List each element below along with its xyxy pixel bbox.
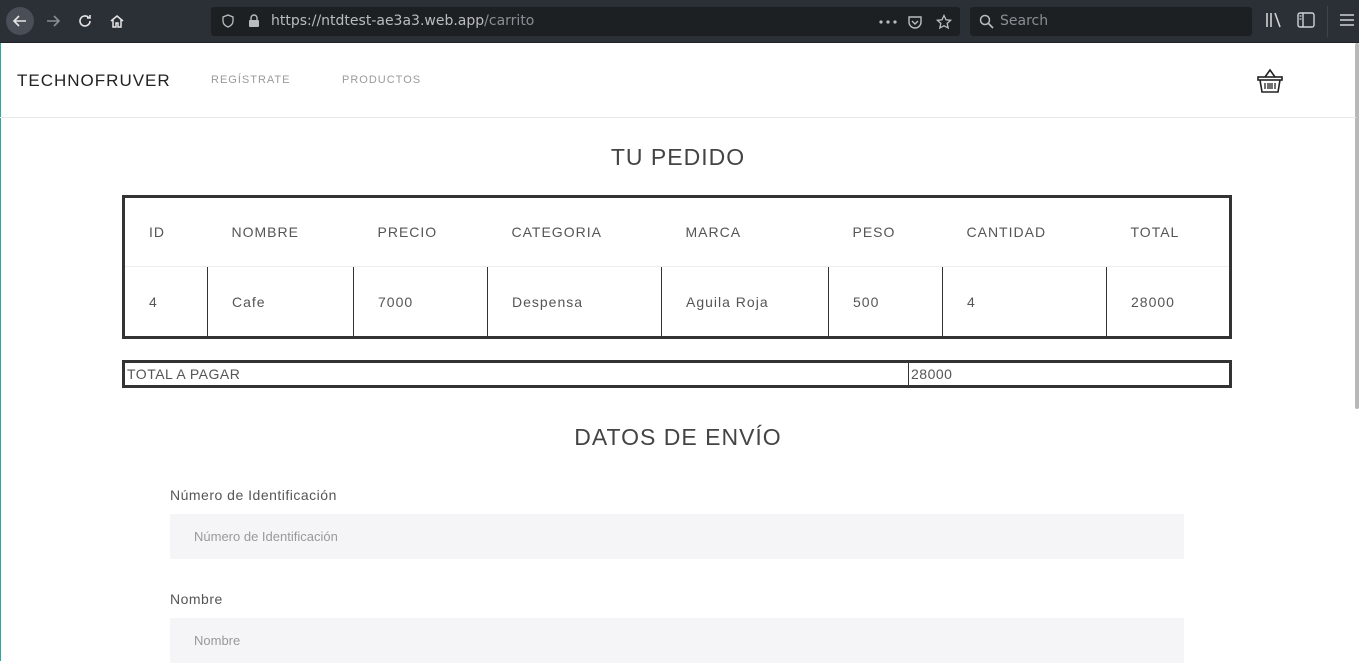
library-icon[interactable]: [1265, 12, 1283, 28]
url-path: /carrito: [484, 13, 535, 29]
url-bar[interactable]: https://ntdtest-ae3a3.web.app/carrito: [211, 7, 960, 36]
cell-precio: 7000: [353, 266, 488, 338]
name-input[interactable]: [170, 618, 1184, 663]
reload-icon: [79, 15, 91, 27]
order-title: TU PEDIDO: [610, 144, 746, 170]
id-number-input[interactable]: [170, 514, 1184, 559]
search-placeholder: Search: [1000, 13, 1049, 29]
column-header-nombre: NOMBRE: [207, 196, 354, 267]
forward-button[interactable]: [39, 7, 67, 35]
back-button[interactable]: [6, 7, 34, 35]
cell-cantidad: 4: [942, 266, 1107, 338]
table-row: 4 Cafe 7000 Despensa Aguila Roja 500 4 2…: [123, 266, 1231, 338]
column-header-precio: PRECIO: [353, 196, 488, 267]
cell-nombre: Cafe: [207, 266, 354, 338]
url-host: https://ntdtest-ae3a3.web.app: [271, 13, 485, 29]
column-header-marca: MARCA: [661, 196, 829, 267]
table-header-row: ID NOMBRE PRECIO CATEGORIA MARCA PESO CA…: [123, 196, 1231, 267]
shield-icon[interactable]: [221, 14, 235, 28]
cell-peso: 500: [828, 266, 943, 338]
pocket-icon[interactable]: [907, 14, 923, 30]
brand-logo[interactable]: TECHNOFRUVER: [17, 71, 171, 91]
browser-toolbar: https://ntdtest-ae3a3.web.app/carrito Se…: [0, 0, 1359, 43]
search-icon: [979, 14, 994, 29]
nav-link-register[interactable]: REGÍSTRATE: [211, 74, 290, 86]
cell-marca: Aguila Roja: [661, 266, 829, 338]
column-header-cantidad: CANTIDAD: [942, 196, 1107, 267]
hamburger-menu-icon[interactable]: [1339, 12, 1355, 28]
nav-link-products[interactable]: PRODUCTOS: [342, 74, 421, 86]
more-icon[interactable]: [879, 20, 897, 24]
window-edge: [0, 43, 1, 661]
sidebar-icon[interactable]: [1297, 12, 1315, 28]
star-icon[interactable]: [936, 14, 952, 30]
total-row: TOTAL A PAGAR 28000: [123, 361, 1231, 387]
order-table: ID NOMBRE PRECIO CATEGORIA MARCA PESO CA…: [122, 195, 1232, 339]
home-icon: [110, 15, 124, 28]
cell-total: 28000: [1131, 293, 1175, 310]
search-bar[interactable]: Search: [970, 7, 1252, 36]
site-navbar: TECHNOFRUVER REGÍSTRATE PRODUCTOS: [0, 43, 1356, 118]
column-header-peso: PESO: [828, 196, 943, 267]
total-label: TOTAL A PAGAR: [123, 361, 909, 387]
toolbar-divider: [1327, 6, 1328, 37]
total-table: TOTAL A PAGAR 28000: [122, 360, 1232, 388]
cell-id: 4: [123, 266, 208, 338]
column-header-id: ID: [123, 196, 208, 267]
page-content: TECHNOFRUVER REGÍSTRATE PRODUCTOS TU PED…: [0, 43, 1359, 663]
home-button[interactable]: [103, 7, 131, 35]
shipping-title: DATOS DE ENVÍO: [574, 424, 782, 450]
total-value: 28000: [911, 366, 953, 382]
arrow-right-icon: [47, 15, 61, 27]
url-text: https://ntdtest-ae3a3.web.app/carrito: [271, 13, 534, 29]
name-label: Nombre: [170, 591, 223, 607]
id-number-label: Número de Identificación: [170, 487, 337, 503]
column-header-categoria: CATEGORIA: [487, 196, 662, 267]
lock-icon[interactable]: [247, 14, 261, 28]
cell-categoria: Despensa: [487, 266, 662, 338]
arrow-left-icon: [12, 15, 26, 27]
shopping-basket-icon[interactable]: [1256, 67, 1284, 95]
reload-button[interactable]: [71, 7, 99, 35]
column-header-total: TOTAL: [1106, 196, 1231, 267]
